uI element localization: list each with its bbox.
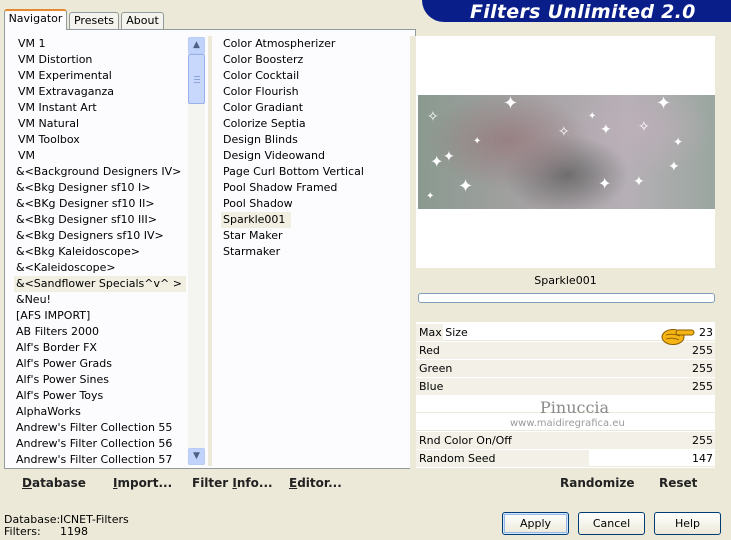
param-slider[interactable]: Rnd Color On/Off 255 — [416, 432, 715, 449]
category-item[interactable]: &Neu! — [14, 292, 51, 308]
filters-count-value: 1198 — [60, 525, 88, 538]
editor-link[interactable]: Editor... — [289, 476, 342, 490]
preview-image: ✦ ✧ ✦ ✦ ✦ ✦ ✧ ✦ ✦ ✦ ✧ ✦ ✦ ✦ ✦ ✦ — [418, 95, 715, 209]
category-item[interactable]: VM Toolbox — [16, 132, 80, 148]
category-item[interactable]: VM Natural — [16, 116, 79, 132]
randomize-link[interactable]: Randomize — [560, 476, 634, 490]
category-item[interactable]: &<Sandflower Specials^v^ > — [14, 276, 186, 292]
category-item[interactable]: Alf's Power Toys — [14, 388, 103, 404]
filter-item[interactable]: Starmaker — [221, 244, 280, 260]
param-slider[interactable]: Random Seed 147 — [416, 450, 715, 467]
filter-item[interactable]: Page Curl Bottom Vertical — [221, 164, 364, 180]
import-link[interactable]: Import... — [113, 476, 172, 490]
param-slider[interactable]: Blue 255 — [416, 378, 715, 395]
param-value: 255 — [692, 362, 713, 375]
cancel-button[interactable]: Cancel — [578, 512, 645, 535]
param-label: Red — [419, 344, 440, 357]
param-label: Green — [419, 362, 453, 375]
filter-item[interactable]: Colorize Septia — [221, 116, 306, 132]
param-label: Random Seed — [419, 452, 496, 465]
category-item[interactable]: VM 1 — [16, 36, 46, 52]
reset-link[interactable]: Reset — [659, 476, 697, 490]
category-item[interactable]: Andrew's Filter Collection 57 — [14, 452, 172, 466]
category-scrollbar[interactable]: ▲ ▼ — [188, 37, 205, 465]
category-item[interactable]: VM Experimental — [16, 68, 112, 84]
category-item[interactable]: Andrew's Filter Collection 55 — [14, 420, 172, 436]
filter-list[interactable]: Color Atmospherizer Color Boosterz Color C… — [221, 36, 406, 466]
category-list[interactable]: VM 1 VM Distortion VM Experimental VM Extra… — [14, 36, 186, 466]
filter-item[interactable]: Color Boosterz — [221, 52, 303, 68]
param-label: Rnd Color On/Off — [419, 434, 512, 447]
category-item[interactable]: &<Background Designers IV> — [14, 164, 181, 180]
category-item[interactable]: Alf's Power Sines — [14, 372, 109, 388]
category-item[interactable]: VM — [16, 148, 35, 164]
param-value: 255 — [692, 434, 713, 447]
filter-item[interactable]: Design Blinds — [221, 132, 298, 148]
category-item[interactable]: &<Bkg Kaleidoscope> — [14, 244, 140, 260]
param-label: Max Size — [419, 326, 468, 339]
category-item[interactable]: AlphaWorks — [14, 404, 81, 420]
help-button[interactable]: Help — [654, 512, 721, 535]
progress-bar — [418, 293, 715, 303]
category-item[interactable]: AB Filters 2000 — [14, 324, 99, 340]
category-item[interactable]: &<Bkg Designer sf10 I> — [14, 180, 151, 196]
filter-item[interactable]: Pool Shadow Framed — [221, 180, 337, 196]
category-item[interactable]: Alf's Power Grads — [14, 356, 112, 372]
app-title: Filters Unlimited 2.0 — [470, 1, 696, 23]
param-value: 23 — [699, 326, 713, 339]
tab-presets[interactable]: Presets — [69, 12, 119, 29]
list-divider — [208, 36, 212, 466]
filter-item[interactable]: Color Gradiant — [221, 100, 303, 116]
category-item[interactable]: VM Extravaganza — [16, 84, 114, 100]
scroll-up-button[interactable]: ▲ — [188, 37, 205, 54]
category-item[interactable]: &<BKg Designer sf10 II> — [14, 196, 155, 212]
filter-info-link[interactable]: Filter Info... — [192, 476, 273, 490]
filters-count-label: Filters: — [4, 525, 41, 538]
category-item[interactable]: &<Kaleidoscope> — [14, 260, 116, 276]
slider-fill — [416, 360, 715, 377]
category-item[interactable]: Andrew's Filter Collection 56 — [14, 436, 172, 452]
filter-item[interactable]: Star Maker — [221, 228, 283, 244]
selected-filter-name: Sparkle001 — [416, 270, 715, 292]
tab-about[interactable]: About — [121, 12, 164, 29]
filter-item[interactable]: Design Videowand — [221, 148, 325, 164]
watermark-url: www.maidiregrafica.eu — [510, 418, 625, 429]
category-item[interactable]: &<Bkg Designers sf10 IV> — [14, 228, 164, 244]
scroll-thumb[interactable] — [188, 54, 205, 104]
tab-navigator[interactable]: Navigator — [4, 9, 67, 30]
filter-item[interactable]: Color Flourish — [221, 84, 299, 100]
category-item[interactable]: &<Bkg Designer sf10 III> — [14, 212, 157, 228]
slider-fill — [416, 378, 715, 395]
category-item[interactable]: VM Instant Art — [16, 100, 97, 116]
filter-item[interactable]: Sparkle001 — [221, 212, 292, 228]
category-item[interactable]: VM Distortion — [16, 52, 92, 68]
filter-item[interactable]: Color Cocktail — [221, 68, 299, 84]
param-slider[interactable]: Green 255 — [416, 360, 715, 377]
category-item[interactable]: Alf's Border FX — [14, 340, 97, 356]
pointing-hand-icon — [661, 329, 695, 345]
database-link[interactable]: Database — [22, 476, 86, 490]
filter-item[interactable]: Pool Shadow — [221, 196, 293, 212]
filter-item[interactable]: Color Atmospherizer — [221, 36, 335, 52]
param-value: 147 — [692, 452, 713, 465]
param-label: Blue — [419, 380, 444, 393]
watermark-name: Pinuccia — [540, 398, 610, 417]
category-item[interactable]: [AFS IMPORT] — [14, 308, 90, 324]
scroll-down-button[interactable]: ▼ — [188, 448, 205, 465]
param-value: 255 — [692, 380, 713, 393]
apply-button[interactable]: Apply — [502, 512, 569, 535]
